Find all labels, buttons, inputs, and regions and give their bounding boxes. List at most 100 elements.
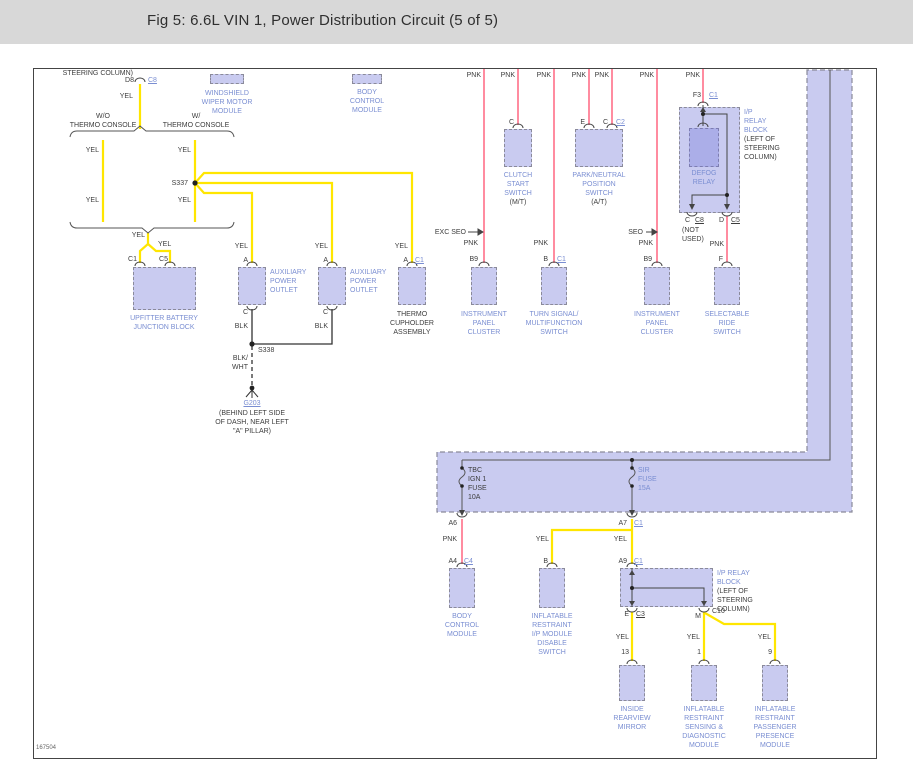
splice-label-s337: S337 [171,180,188,187]
fuse-sir: SIR FUSE 15A [638,467,657,492]
pin-e-pnp: E [580,119,585,126]
wire-s337-to-aux1 [194,182,254,263]
pin-b-disable-switch: B [543,558,548,565]
component-clutch-start-switch: CLUTCH START SWITCH [503,172,533,197]
pin-d-relay1: D [718,217,724,224]
branch-wo-thermo-console: W/O THERMO CONSOLE [69,113,137,129]
component-selectable-ride-switch: SELECTABLE RIDE SWITCH [704,311,750,336]
pin-b-turn-signal: B [543,256,548,263]
note-exc-seo: EXC SEO [434,229,466,236]
wire-label-blk: BLK [234,323,248,330]
wire-label-pnk: PNK [685,72,700,79]
wire-label-yel: YEL [158,241,172,248]
wire-label-pnk: PNK [709,241,724,248]
wire-label-yel: YEL [757,634,771,641]
sheet-number: 167504 [36,745,57,751]
wire-label-yel: YEL [535,536,549,543]
note-seo: SEO [628,229,643,236]
connector-link-c1-relay2[interactable]: C1 [634,557,643,566]
pin-a-thermo: A [403,257,408,264]
ground-symbol-g203 [245,385,259,398]
component-auxiliary-power-outlet-2: AUXILIARY POWER OUTLET [350,269,387,294]
connector-link-c1-turn-signal[interactable]: C1 [557,255,566,264]
wire-label-pnk: PNK [639,72,654,79]
connector-link-c2-pnp[interactable]: C2 [616,118,625,127]
power-bus-band [436,69,853,513]
wiring-overlay [69,69,853,665]
pin-d8: D8 [125,77,134,84]
wire-label-yel: YEL [177,147,191,154]
ground-location-g203: (BEHIND LEFT SIDE OF DASH, NEAR LEFT "A"… [215,410,289,435]
pin-a-aux1: A [243,257,248,264]
pin-c-aux2: C [322,309,328,316]
component-park-neutral-position-switch: PARK/NEUTRAL POSITION SWITCH [572,172,626,197]
connector-link-c1-relay1[interactable]: C1 [709,91,718,100]
note-not-used: (NOT USED) [682,227,704,243]
component-ip-relay-block-bottom: I/P RELAY BLOCK [717,570,750,586]
wire-label-pnk: PNK [594,72,609,79]
thermo-console-braces [69,125,235,234]
component-upfitter-battery-junction-block: UPFITTER BATTERY JUNCTION BLOCK [130,315,198,331]
pin-c5-upfitter: C5 [159,256,168,263]
component-instrument-panel-cluster-1: INSTRUMENT PANEL CLUSTER [461,311,507,336]
wire-label-yel: YEL [234,243,248,250]
pin-9-ppm: 9 [768,649,772,656]
pin-b9-ipc2: B9 [643,256,652,263]
component-ir-disable-switch: INFLATABLE RESTRAINT I/P MODULE DISABLE … [531,613,573,656]
wire-label-yel: YEL [686,634,700,641]
wire-label-blk: BLK [314,323,328,330]
pin-m-relay2: M [695,613,701,620]
connector-link-c5-relay1[interactable]: C5 [731,216,740,225]
splice-s337 [192,180,198,186]
pin-f-ride-switch: F [718,256,723,263]
wire-label-pnk: PNK [638,240,653,247]
connector-link-c1-bus[interactable]: C1 [634,519,643,528]
wire-label-blk-wht: BLK/ WHT [232,355,248,371]
splice-s338 [249,341,255,347]
wire-label-yel: YEL [177,197,191,204]
wire-label-yel: YEL [131,232,145,239]
component-auxiliary-power-outlet-1: AUXILIARY POWER OUTLET [270,269,307,294]
exc-seo-arrow [477,228,484,236]
pin-c-aux1: C [242,309,248,316]
relay1-internal-wires [691,105,728,209]
component-ir-passenger-presence-module: INFLATABLE RESTRAINT PASSENGER PRESENCE … [753,706,797,749]
pin-a4-bcm: A4 [448,558,457,565]
ground-label-g203[interactable]: G203 [243,399,260,408]
pin-c-pnp: C [602,119,608,126]
pin-13-mirror: 13 [621,649,629,656]
component-body-control-module-bottom: BODY CONTROL MODULE [444,613,480,638]
wire-label-yel: YEL [615,634,629,641]
connector-link-c8-relay1[interactable]: C8 [695,216,704,225]
wire-label-pnk: PNK [536,72,551,79]
wire-s337-to-aux2 [195,181,334,263]
connector-link-c8-top[interactable]: C8 [148,76,157,85]
connector-link-c1-thermo[interactable]: C1 [415,256,424,265]
component-ip-relay-block-top: I/P RELAY BLOCK [744,109,768,134]
wire-label-yel: YEL [314,243,328,250]
pin-a7-bus: A7 [618,520,627,527]
pin-a-aux2: A [323,257,328,264]
pin-a9-relay2: A9 [618,558,627,565]
wire-s337-to-thermo [194,171,414,263]
component-inside-rearview-mirror: INSIDE REARVIEW MIRROR [613,706,651,731]
pin-f3-relay1: F3 [692,92,701,99]
pin-b9-ipc1: B9 [469,256,478,263]
connector-link-c3-relay2[interactable]: C3 [636,610,645,619]
component-ir-sensing-diagnostic-module: INFLATABLE RESTRAINT SENSING & DIAGNOSTI… [682,706,726,749]
pin-e-relay2: E [624,611,629,618]
component-instrument-panel-cluster-2: INSTRUMENT PANEL CLUSTER [634,311,680,336]
wire-label-yel: YEL [85,197,99,204]
wire-label-pnk: PNK [500,72,515,79]
pin-a6-bus: A6 [448,520,457,527]
wire-label-yel: YEL [394,243,408,250]
connector-link-c4-bcm[interactable]: C4 [464,557,473,566]
connector-c10-relay2: C10 [712,608,725,615]
steering-column-note: STEERING COLUMN) [62,70,133,77]
component-turn-signal-multifunction-switch: TURN SIGNAL/ MULTIFUNCTION SWITCH [525,311,583,336]
pin-1-sdm: 1 [697,649,701,656]
wire-label-pnk: PNK [571,72,586,79]
wire-label-yel: YEL [85,147,99,154]
note-mt: (M/T) [509,199,527,206]
fuse-tbc-ign1: TBC IGN 1 FUSE 10A [468,467,487,501]
